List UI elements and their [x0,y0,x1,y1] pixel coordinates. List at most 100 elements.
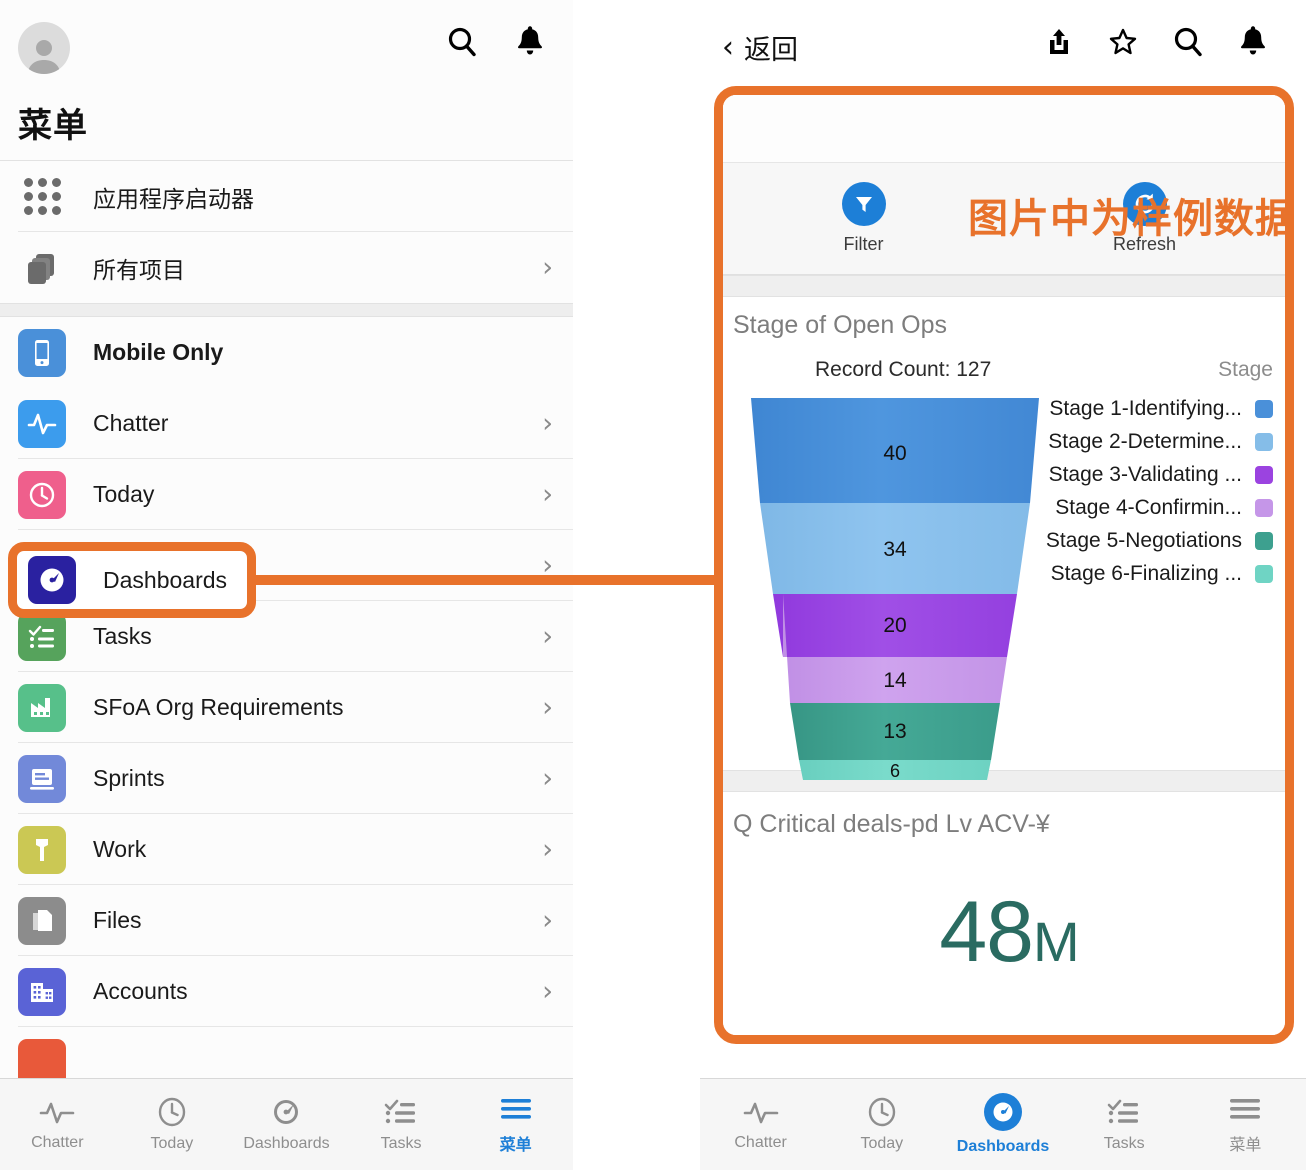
tab-label: Dashboards [956,1138,1050,1155]
search-icon[interactable] [1173,26,1203,58]
tab-dashboards[interactable]: Dashboards [229,1096,344,1153]
funnel-value-1: 34 [883,538,907,561]
chart-title: Stage of Open Ops [733,311,948,339]
tab-label: Chatter [31,1134,84,1151]
menu-item-sprints[interactable]: Sprints › [0,743,573,814]
menu-item-label: Mobile Only [93,339,224,365]
menu-item-all-items[interactable]: 所有项目 › [0,232,573,303]
menu-item-label: Work [93,836,147,862]
all-items-icon [18,244,66,292]
accounts-icon [18,967,66,1016]
legend-item[interactable]: Stage 6-Finalizing ... [1025,557,1273,590]
legend-item[interactable]: Stage 5-Negotiations [1025,524,1273,557]
right-phone-panel: ‹ 返回 Filter Refresh Stage of Open Ops Re… [700,0,1306,1170]
today-icon [18,470,66,519]
tab-label: Today [860,1135,904,1152]
mobile-icon [18,328,66,377]
menu-item-label: 所有项目 [93,256,185,283]
menu-item-chatter[interactable]: Chatter › [0,388,573,459]
legend-swatch [1255,465,1273,484]
files-icon [18,896,66,945]
dashboards-icon [28,556,76,604]
legend-label: Stage 3-Validating ... [1048,462,1242,486]
metric-title: Q Critical deals-pd Lv ACV-¥ [733,810,1050,838]
tab-tasks[interactable]: Tasks [344,1096,459,1153]
record-count-label: Record Count: 127 [815,358,992,381]
menu-item-today[interactable]: Today › [0,459,573,530]
menu-item-sfoa-org-requirements[interactable]: SFoA Org Requirements › [0,672,573,743]
filter-icon [841,182,886,226]
search-icon[interactable] [447,26,477,58]
legend-swatch [1255,564,1273,583]
tab-label: Tasks [380,1135,422,1152]
chevron-right-icon: › [542,834,553,865]
right-tab-bar: Chatter Today Dashboards Tasks 菜单 [700,1078,1306,1170]
menu-item-label: 应用程序启动器 [93,185,254,212]
funnel-value-3: 14 [883,669,907,692]
legend-swatch [1255,531,1273,550]
sprints-icon [18,754,66,803]
tab-menu[interactable]: 菜单 [1185,1094,1306,1155]
tab-today[interactable]: Today [115,1096,230,1153]
menu-item-files[interactable]: Files › [0,885,573,956]
menu-item-label: SFoA Org Requirements [93,694,344,720]
back-button[interactable]: ‹ 返回 [722,28,798,67]
tab-menu[interactable]: 菜单 [458,1094,573,1155]
dashboards-highlight-box[interactable]: Dashboards [8,542,256,618]
tab-tasks[interactable]: Tasks [1064,1096,1185,1153]
menu-item-label: Files [93,907,142,933]
right-topbar: ‹ 返回 [700,0,1306,88]
tab-chatter[interactable]: Chatter [700,1097,821,1152]
metric-value-wrap: 48M [733,883,1285,982]
legend-item[interactable]: Stage 3-Validating ... [1025,458,1273,491]
metric-number: 48 [939,884,1034,980]
share-icon[interactable] [1045,26,1073,58]
widget-gap [723,275,1285,297]
legend-title: Stage [1218,358,1273,381]
tab-label: Today [150,1135,194,1152]
chevron-right-icon: › [542,479,553,510]
menu-item-label: Accounts [93,978,188,1004]
menu-item-label: Sprints [93,765,165,791]
funnel-chart[interactable]: Record Count: 127 Stage 40 34 20 14 13 6… [723,340,1285,781]
chatter-icon [18,399,66,448]
menu-item-accounts[interactable]: Accounts › [0,956,573,1027]
menu-item-work[interactable]: Work › [0,814,573,885]
funnel-value-5: 6 [889,761,900,781]
tab-chatter[interactable]: Chatter [0,1097,115,1152]
back-label: 返回 [744,35,798,65]
legend-item[interactable]: Stage 2-Determine... [1025,425,1273,458]
funnel-value-0: 40 [883,442,907,465]
left-tab-bar: Chatter Today Dashboards Tasks 菜单 [0,1078,573,1170]
tasks-icon [384,1099,416,1124]
chevron-right-icon: › [542,621,553,652]
hammer-icon [18,825,66,874]
chart-legend: Stage 1-Identifying... Stage 2-Determine… [1025,392,1273,590]
star-icon[interactable] [1108,27,1138,57]
menu-item-app-launcher[interactable]: 应用程序启动器 [0,161,573,232]
legend-swatch [1255,399,1273,418]
legend-label: Stage 1-Identifying... [1049,396,1242,420]
metric-widget[interactable]: Q Critical deals-pd Lv ACV-¥ 48M [723,792,1285,982]
tab-today[interactable]: Today [821,1096,942,1153]
legend-label: Stage 2-Determine... [1048,429,1242,453]
legend-label: Stage 6-Finalizing ... [1050,561,1242,585]
bell-icon[interactable] [1238,26,1268,58]
tab-label: Tasks [1103,1135,1145,1152]
funnel-value-2: 20 [883,614,907,637]
menu-item-mobile-only[interactable]: Mobile Only [0,317,573,388]
avatar[interactable] [18,22,70,74]
tab-dashboards[interactable]: Dashboards [942,1093,1063,1156]
tab-label: Chatter [734,1134,787,1151]
filter-button[interactable]: Filter [723,182,1004,255]
legend-swatch [1255,498,1273,517]
user-glyph-icon [28,40,60,74]
chevron-right-icon: › [542,763,553,794]
bell-icon[interactable] [515,26,545,58]
legend-item[interactable]: Stage 4-Confirmin... [1025,491,1273,524]
legend-label: Stage 4-Confirmin... [1055,495,1242,519]
legend-item[interactable]: Stage 1-Identifying... [1025,392,1273,425]
action-label: Filter [843,234,884,254]
funnel-value-4: 13 [883,720,907,743]
gauge-icon [984,1093,1022,1131]
